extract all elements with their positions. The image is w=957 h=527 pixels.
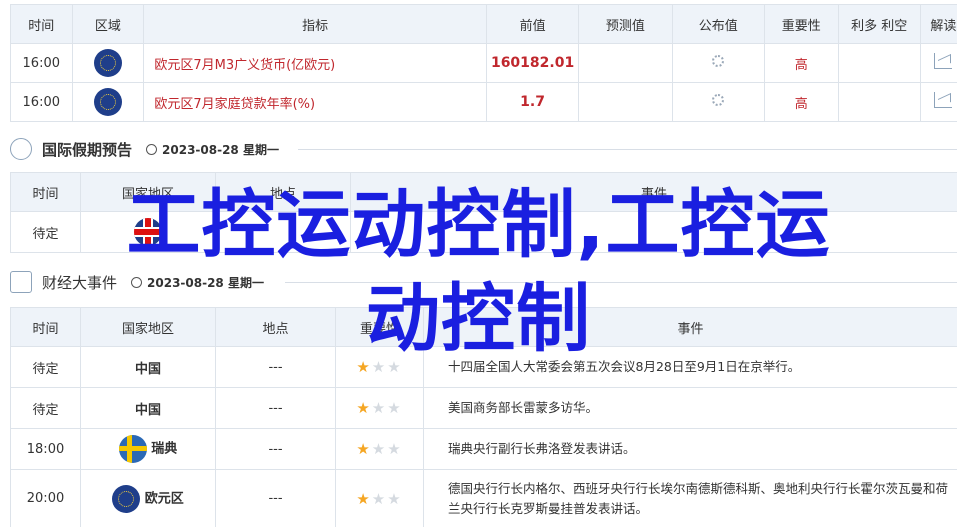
col-forecast[interactable]: 预测值 xyxy=(578,4,673,44)
col-time[interactable]: 时间 xyxy=(10,4,73,44)
economic-calendar-table: 时间 区域 指标 前值 预测值 公布值 重要性 利多 利空 解读 16:00 欧… xyxy=(10,4,957,122)
star-icon: ★ xyxy=(356,489,372,508)
col-impact[interactable]: 利多 利空 xyxy=(837,4,921,44)
row-event: 德国央行行长内格尔、西班牙央行行长埃尔南德斯德科斯、奥地利央行行长霍尔茨瓦曼和荷… xyxy=(423,469,957,527)
col-indicator[interactable]: 指标 xyxy=(143,4,487,44)
row-place: --- xyxy=(215,387,336,429)
col-importance: 重要性 xyxy=(335,307,424,347)
section-divider xyxy=(298,149,957,150)
col-event: 事件 xyxy=(350,172,957,212)
col-region[interactable]: 区域 xyxy=(71,4,145,44)
table-row: 待定 中国 --- ★★★ 美国商务部长雷蒙多访华。 xyxy=(10,387,957,429)
table-row[interactable]: 16:00 欧元区7月M3广义货币(亿欧元) 160182.01 高 xyxy=(10,43,957,83)
indicator-link[interactable]: 欧元区7月家庭贷款年率(%) xyxy=(143,82,487,122)
row-time: 20:00 xyxy=(10,469,81,527)
row-event: 瑞典央行副行长弗洛登发表讲话。 xyxy=(423,428,957,470)
col-analysis[interactable]: 解读 xyxy=(919,4,957,44)
holidays-table: 时间 国家地区 地点 事件 待定 xyxy=(10,172,957,253)
events-table: 时间 国家地区 地点 重要性 事件 待定 中国 --- ★★★ 十四届全国人大常… xyxy=(10,307,957,527)
loading-icon xyxy=(712,55,725,67)
events-date: 2023-08-28 星期一 xyxy=(147,275,264,290)
row-region: 欧元区 xyxy=(144,491,184,506)
row-event xyxy=(350,211,957,253)
holidays-header-row: 时间 国家地区 地点 事件 xyxy=(10,172,957,212)
events-section-header: 财经大事件 2023-08-28 星期一 xyxy=(10,268,264,296)
importance-badge: 高 xyxy=(763,82,839,122)
row-region: 瑞典 xyxy=(151,441,178,457)
holidays-section-header: 国际假期预告 2023-08-28 星期一 xyxy=(10,135,279,163)
star-rating: ★★★ xyxy=(335,387,424,429)
clock-icon xyxy=(131,276,143,288)
star-rating: ★★★ xyxy=(335,469,424,527)
importance-badge: 高 xyxy=(763,43,839,83)
row-place: --- xyxy=(215,469,336,527)
row-time: 待定 xyxy=(10,387,81,429)
calendar-header-row: 时间 区域 指标 前值 预测值 公布值 重要性 利多 利空 解读 xyxy=(10,4,957,44)
section-divider xyxy=(285,282,957,283)
loading-icon xyxy=(712,94,725,106)
col-time: 时间 xyxy=(10,172,81,212)
star-icon: ★ xyxy=(356,440,372,458)
row-time: 16:00 xyxy=(10,82,73,122)
star-rating: ★★★ xyxy=(335,428,424,470)
col-actual[interactable]: 公布值 xyxy=(671,4,765,44)
row-event: 美国商务部长雷蒙多访华。 xyxy=(423,387,957,429)
table-row: 待定 xyxy=(10,211,957,253)
row-time: 待定 xyxy=(10,211,81,253)
forecast-value xyxy=(578,43,673,83)
uk-flag-icon xyxy=(134,218,162,246)
col-time: 时间 xyxy=(10,307,81,347)
chart-icon[interactable] xyxy=(934,92,953,108)
row-place: --- xyxy=(215,346,336,388)
events-title: 财经大事件 xyxy=(42,273,118,292)
star-icon: ★ xyxy=(356,399,372,417)
globe-icon xyxy=(10,138,32,160)
row-place xyxy=(215,211,351,253)
forecast-value xyxy=(578,82,673,122)
star-icon: ★★ xyxy=(371,489,403,508)
col-place: 地点 xyxy=(215,307,336,347)
col-event: 事件 xyxy=(423,307,957,347)
holidays-title: 国际假期预告 xyxy=(42,140,133,159)
col-place: 地点 xyxy=(215,172,351,212)
events-header-row: 时间 国家地区 地点 重要性 事件 xyxy=(10,307,957,347)
scale-icon xyxy=(10,271,32,293)
eu-flag-icon xyxy=(112,484,141,513)
star-icon: ★★ xyxy=(371,399,403,417)
row-region: 中国 xyxy=(80,346,216,388)
impact-value xyxy=(837,43,921,83)
row-time: 待定 xyxy=(10,346,81,388)
row-event: 十四届全国人大常委会第五次会议8月28日至9月1日在京举行。 xyxy=(423,346,957,388)
table-row[interactable]: 16:00 欧元区7月家庭贷款年率(%) 1.7 高 xyxy=(10,82,957,122)
impact-value xyxy=(837,82,921,122)
row-place: --- xyxy=(215,428,336,470)
table-row: 18:00 瑞典 --- ★★★ 瑞典央行副行长弗洛登发表讲话。 xyxy=(10,428,957,470)
star-icon: ★★ xyxy=(371,358,403,376)
clock-icon xyxy=(146,143,158,155)
table-row: 待定 中国 --- ★★★ 十四届全国人大常委会第五次会议8月28日至9月1日在… xyxy=(10,346,957,388)
eu-flag-icon xyxy=(93,49,122,77)
star-rating: ★★★ xyxy=(335,346,424,388)
col-region: 国家地区 xyxy=(80,172,216,212)
col-previous[interactable]: 前值 xyxy=(485,4,580,44)
previous-value: 160182.01 xyxy=(485,43,580,83)
indicator-link[interactable]: 欧元区7月M3广义货币(亿欧元) xyxy=(143,43,487,83)
previous-value: 1.7 xyxy=(485,82,580,122)
col-region: 国家地区 xyxy=(80,307,216,347)
holidays-date: 2023-08-28 星期一 xyxy=(162,142,279,157)
table-row: 20:00 欧元区 --- ★★★ 德国央行行长内格尔、西班牙央行行长埃尔南德斯… xyxy=(10,469,957,527)
star-icon: ★ xyxy=(356,358,372,376)
eu-flag-icon xyxy=(93,88,122,116)
star-icon: ★★ xyxy=(371,440,403,458)
chart-icon[interactable] xyxy=(934,53,953,69)
row-region: 中国 xyxy=(80,387,216,429)
row-time: 18:00 xyxy=(10,428,81,470)
se-flag-icon xyxy=(118,435,147,463)
row-time: 16:00 xyxy=(10,43,73,83)
col-importance[interactable]: 重要性 xyxy=(763,4,839,44)
